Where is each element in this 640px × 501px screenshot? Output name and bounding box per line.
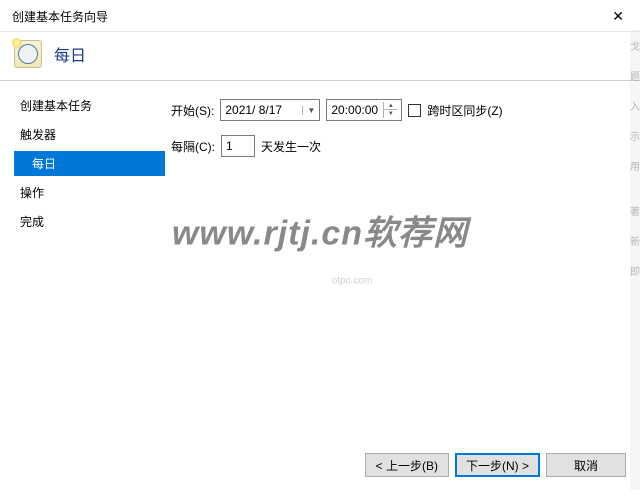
page-title: 每日 bbox=[54, 42, 86, 66]
time-input[interactable]: 20:00:00 ▲ ▼ bbox=[326, 99, 402, 121]
wizard-header: 每日 bbox=[0, 32, 640, 81]
clock-icon bbox=[14, 40, 42, 68]
timezone-sync-checkbox[interactable] bbox=[408, 104, 421, 117]
spinner-down-icon[interactable]: ▼ bbox=[384, 110, 397, 118]
time-spinner[interactable]: ▲ ▼ bbox=[383, 102, 397, 118]
date-input[interactable]: 2021/ 8/17 ▼ bbox=[220, 99, 320, 121]
sidebar-item-trigger[interactable]: 触发器 bbox=[14, 122, 165, 147]
sidebar-item-daily[interactable]: 每日 bbox=[14, 151, 165, 176]
timezone-sync-label: 跨时区同步(Z) bbox=[427, 102, 502, 119]
sidebar-item-action[interactable]: 操作 bbox=[14, 180, 165, 205]
title-bar: 创建基本任务向导 ✕ bbox=[0, 0, 640, 32]
date-value: 2021/ 8/17 bbox=[225, 103, 282, 117]
start-label: 开始(S): bbox=[171, 102, 214, 119]
interval-suffix: 天发生一次 bbox=[261, 138, 321, 155]
start-row: 开始(S): 2021/ 8/17 ▼ 20:00:00 ▲ ▼ 跨时区同步(Z… bbox=[171, 99, 626, 121]
cancel-button[interactable]: 取消 bbox=[546, 453, 626, 477]
content-panel: 开始(S): 2021/ 8/17 ▼ 20:00:00 ▲ ▼ 跨时区同步(Z… bbox=[165, 81, 640, 461]
button-bar: < 上一步(B) 下一步(N) > 取消 bbox=[365, 453, 626, 477]
time-value: 20:00:00 bbox=[331, 103, 379, 117]
interval-input[interactable] bbox=[221, 135, 255, 157]
interval-label: 每隔(C): bbox=[171, 138, 215, 155]
close-icon[interactable]: ✕ bbox=[604, 6, 632, 27]
wizard-body: 创建基本任务 触发器 每日 操作 完成 开始(S): 2021/ 8/17 ▼ … bbox=[0, 81, 640, 461]
right-edge-clip: 戈 题 入 示 用 著 新 即 bbox=[630, 30, 640, 490]
window-title: 创建基本任务向导 bbox=[12, 8, 108, 25]
sidebar-item-create-task[interactable]: 创建基本任务 bbox=[14, 93, 165, 118]
interval-row: 每隔(C): 天发生一次 bbox=[171, 135, 626, 157]
back-button[interactable]: < 上一步(B) bbox=[365, 453, 449, 477]
sidebar: 创建基本任务 触发器 每日 操作 完成 bbox=[0, 81, 165, 461]
next-button[interactable]: 下一步(N) > bbox=[455, 453, 540, 477]
chevron-down-icon[interactable]: ▼ bbox=[302, 106, 315, 115]
sidebar-item-finish[interactable]: 完成 bbox=[14, 209, 165, 234]
spinner-up-icon[interactable]: ▲ bbox=[384, 102, 397, 110]
